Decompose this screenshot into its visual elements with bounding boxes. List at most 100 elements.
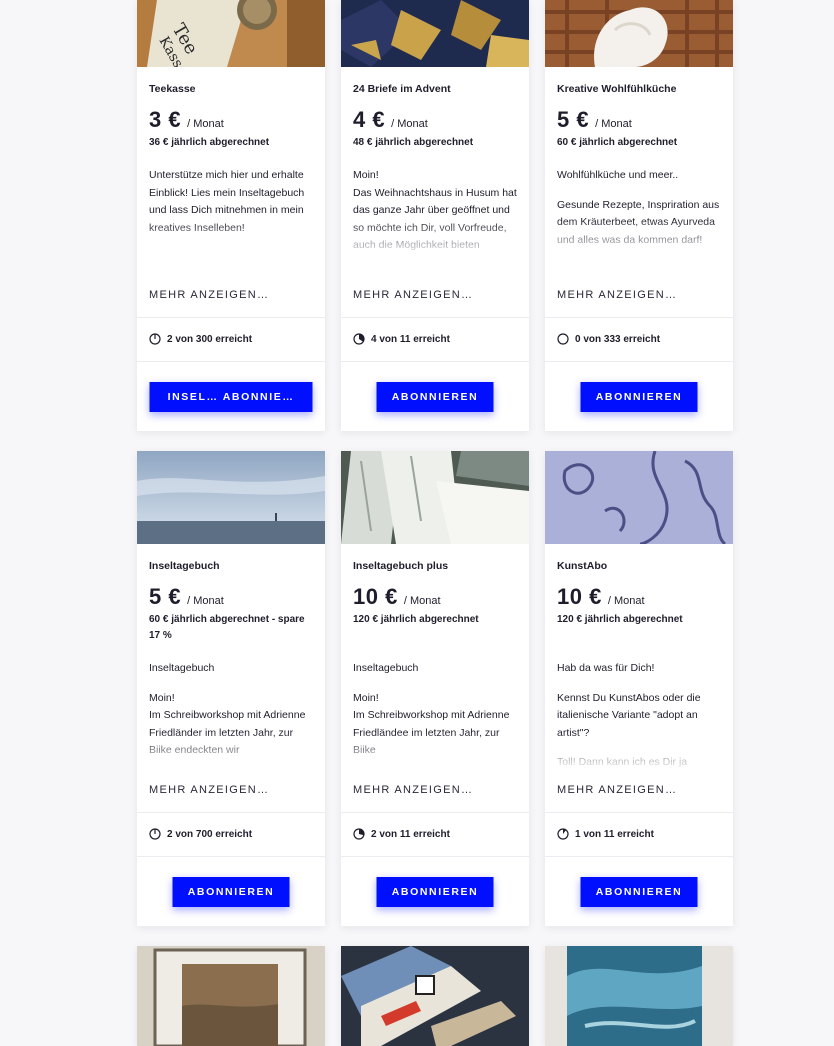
tier-card-partial — [545, 946, 733, 1046]
subscribe-button[interactable]: INSEL… ABONNIE… — [149, 382, 313, 412]
goal-progress: 2 von 300 erreicht — [149, 333, 252, 345]
goal-progress: 0 von 333 erreicht — [557, 333, 660, 345]
tier-period: / Monat — [595, 118, 632, 130]
tier-price: 3 € — [149, 107, 182, 132]
divider — [137, 361, 325, 362]
goal-progress: 4 von 11 erreicht — [353, 333, 450, 345]
divider — [137, 317, 325, 318]
tier-image — [341, 0, 529, 67]
tier-description-text: Moin! Im Schreibworkshop mit Adrienne Fr… — [149, 691, 306, 757]
show-more-link[interactable]: MEHR ANZEIGEN… — [353, 289, 473, 301]
goal-progress-text: 2 von 700 erreicht — [167, 828, 253, 840]
subscribe-button[interactable]: ABONNIEREN — [580, 382, 698, 412]
tier-price: 10 € — [557, 584, 602, 609]
tier-image — [137, 946, 325, 1046]
divider — [545, 361, 733, 362]
progress-ring-icon — [353, 333, 365, 345]
tier-description-text: Kennst Du KunstAbos oder die italienisch… — [557, 691, 701, 739]
tier-title: Inseltagebuch plus — [353, 560, 449, 572]
tier-card-partial — [341, 946, 529, 1046]
progress-ring-icon — [149, 333, 161, 345]
tier-card-wellness-kitchen: Kreative Wohlfühlküche 5 € / Monat 60 € … — [545, 0, 733, 431]
tier-title: Inseltagebuch — [149, 560, 220, 572]
tier-billing-note: 120 € jährlich abgerechnet — [353, 614, 479, 625]
goal-progress-text: 0 von 333 erreicht — [575, 333, 661, 345]
tier-description-text: Hab da was für Dich! — [557, 662, 655, 674]
divider — [341, 856, 529, 857]
tier-card-advent-letters: 24 Briefe im Advent 4 € / Monat 48 € jäh… — [341, 0, 529, 431]
tier-title: 24 Briefe im Advent — [353, 83, 451, 95]
tier-title: Kreative Wohlfühlküche — [557, 83, 677, 95]
progress-ring-icon — [557, 828, 569, 840]
tier-image: Tee Kasse — [137, 0, 325, 67]
divider — [341, 317, 529, 318]
tier-billing-note: 36 € jährlich abgerechnet — [149, 137, 270, 148]
goal-progress-text: 2 von 11 erreicht — [371, 828, 450, 840]
show-more-link[interactable]: MEHR ANZEIGEN… — [557, 289, 677, 301]
goal-progress: 2 von 700 erreicht — [149, 828, 252, 840]
tier-period: / Monat — [403, 595, 441, 607]
tier-description-text: Inseltagebuch — [149, 662, 215, 674]
goal-progress: 2 von 11 erreicht — [353, 828, 450, 840]
description-fade — [137, 220, 325, 260]
tier-price: 4 € — [353, 107, 386, 132]
goal-progress: 1 von 11 erreicht — [557, 828, 654, 840]
tier-price: 5 € — [149, 584, 182, 609]
tier-image — [545, 946, 733, 1046]
show-more-link[interactable]: MEHR ANZEIGEN… — [149, 784, 269, 796]
tier-description-text: Moin! Im Schreibworkshop mit Adrienne Fr… — [353, 691, 510, 757]
tier-title: KunstAbo — [557, 560, 608, 572]
tier-price: 5 € — [557, 107, 590, 132]
tier-image — [545, 451, 733, 544]
progress-ring-icon — [149, 828, 161, 840]
tier-billing-note: 120 € jährlich abgerechnet — [557, 614, 683, 625]
divider — [341, 361, 529, 362]
tier-card-teekasse: Tee Kasse Teekasse 3 € / Monat 36 € jähr… — [137, 0, 325, 431]
tier-period: / Monat — [187, 595, 224, 607]
divider — [545, 812, 733, 813]
tier-description: Wohlfühlküche und meer.. Gesunde Rezepte… — [557, 167, 721, 259]
tier-price: 10 € — [353, 584, 398, 609]
tier-card-kunstabo: KunstAbo 10 € / Monat 120 € jährlich abg… — [545, 451, 733, 926]
tier-description-text: Moin! Das Weihnachtshaus in Husum hat da… — [353, 169, 517, 259]
divider — [137, 856, 325, 857]
goal-progress-text: 2 von 300 erreicht — [167, 333, 253, 345]
goal-progress-text: 1 von 11 erreicht — [575, 828, 654, 840]
tier-card-partial — [137, 946, 325, 1046]
tier-description-text: Toll! Dann kann ich es Dir ja — [557, 756, 688, 768]
show-more-link[interactable]: MEHR ANZEIGEN… — [149, 289, 269, 301]
tier-card-inseltagebuch: Inseltagebuch 5 € / Monat 60 € jährlich … — [137, 451, 325, 926]
tier-billing-note: 60 € jährlich abgerechnet — [557, 137, 678, 148]
tier-description: Inseltagebuch Moin! Im Schreibworkshop m… — [149, 660, 313, 772]
subscribe-button[interactable]: ABONNIEREN — [172, 877, 290, 907]
tier-description-text: Wohlfühlküche und meer.. — [557, 169, 679, 181]
tier-description-text: Gesunde Rezepte, Inspriration aus dem Kr… — [557, 198, 720, 246]
tier-image — [137, 451, 325, 544]
subscribe-button[interactable]: ABONNIEREN — [376, 877, 494, 907]
tier-billing-note: 48 € jährlich abgerechnet — [353, 137, 474, 148]
tier-image — [341, 451, 529, 544]
show-more-link[interactable]: MEHR ANZEIGEN… — [353, 784, 473, 796]
subscribe-button[interactable]: ABONNIEREN — [580, 877, 698, 907]
subscribe-button[interactable]: ABONNIEREN — [376, 382, 494, 412]
progress-ring-icon — [353, 828, 365, 840]
tier-description: Moin! Das Weihnachtshaus in Husum hat da… — [353, 167, 517, 259]
tier-period: / Monat — [607, 595, 645, 607]
goal-progress-text: 4 von 11 erreicht — [371, 333, 450, 345]
divider — [545, 856, 733, 857]
show-more-link[interactable]: MEHR ANZEIGEN… — [557, 784, 677, 796]
tier-description: Inseltagebuch Moin! Im Schreibworkshop m… — [353, 660, 517, 772]
tier-period: / Monat — [391, 118, 428, 130]
tier-image — [341, 946, 529, 1046]
progress-ring-icon — [557, 333, 569, 345]
tier-title: Teekasse — [149, 83, 196, 95]
tier-description-text: Inseltagebuch — [353, 662, 419, 674]
tier-image — [545, 0, 733, 67]
divider — [137, 812, 325, 813]
tier-card-inseltagebuch-plus: Inseltagebuch plus 10 € / Monat 120 € jä… — [341, 451, 529, 926]
divider — [545, 317, 733, 318]
tier-description: Hab da was für Dich! Kennst Du KunstAbos… — [557, 660, 721, 772]
tier-period: / Monat — [187, 118, 224, 130]
tier-billing-note: 60 € jährlich abgerechnet - spare 17 % — [149, 614, 305, 641]
divider — [341, 812, 529, 813]
